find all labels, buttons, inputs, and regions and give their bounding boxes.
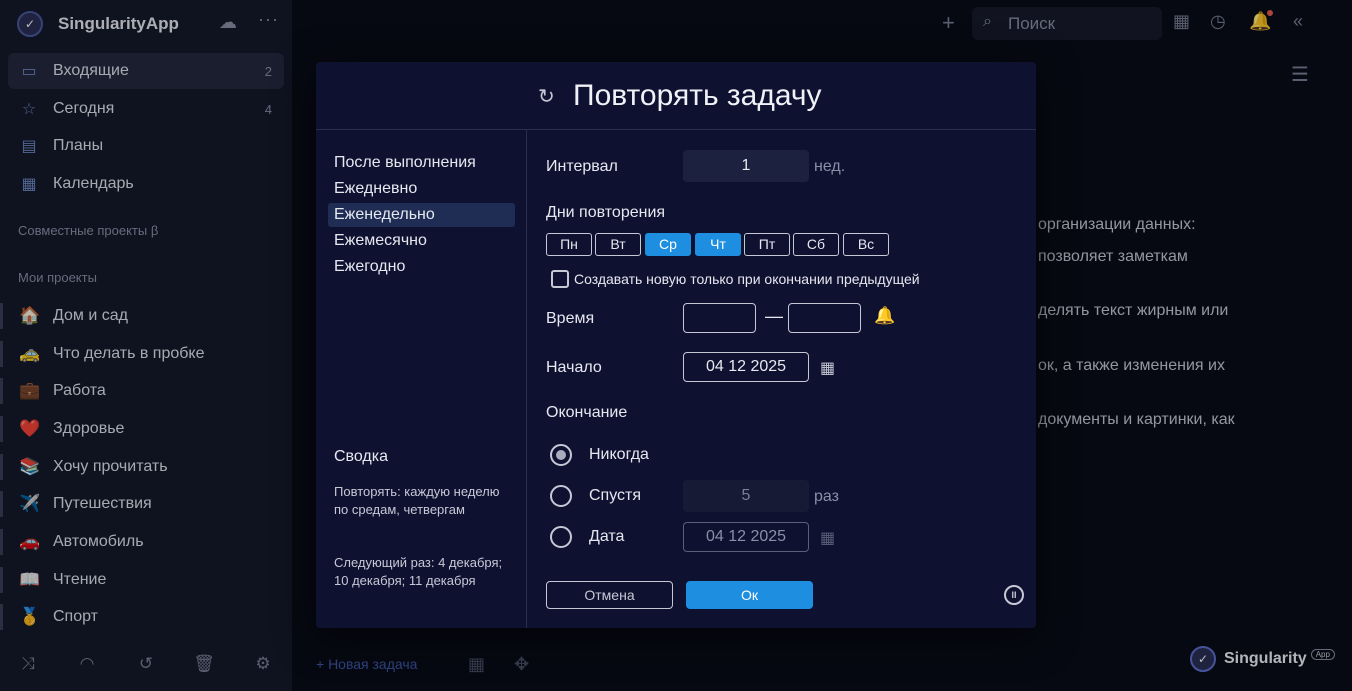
- end-date-label[interactable]: Дата: [589, 528, 624, 546]
- frequency-panel: После выполнения Ежедневно Еженедельно Е…: [316, 130, 527, 628]
- time-to-input[interactable]: [788, 303, 861, 333]
- end-label: Окончание: [546, 404, 628, 421]
- day-thu-button[interactable]: Чт: [695, 233, 741, 256]
- repeat-task-dialog: ↻ Повторять задачу После выполнения Ежед…: [316, 62, 1036, 628]
- time-from-input[interactable]: [683, 303, 756, 333]
- end-after-unit: раз: [814, 488, 839, 505]
- ok-button[interactable]: Ок: [686, 581, 813, 609]
- pause-icon[interactable]: II: [1004, 585, 1024, 605]
- only-after-complete-label[interactable]: Создавать новую только при окончании пре…: [574, 271, 920, 287]
- day-sat-button[interactable]: Сб: [793, 233, 839, 256]
- end-date-input[interactable]: [683, 522, 809, 552]
- interval-input[interactable]: [683, 150, 809, 182]
- cancel-button[interactable]: Отмена: [546, 581, 673, 609]
- time-dash: —: [765, 306, 783, 326]
- time-label: Время: [546, 310, 595, 327]
- freq-yearly[interactable]: Ежегодно: [328, 255, 515, 279]
- summary-title: Сводка: [334, 448, 389, 465]
- repeat-icon: ↻: [538, 86, 555, 108]
- reminder-bell-icon[interactable]: 🔔: [874, 306, 895, 326]
- settings-panel: Интервал нед. Дни повторения Пн Вт Ср Чт…: [527, 130, 1036, 628]
- end-date-radio[interactable]: [550, 526, 572, 548]
- day-sun-button[interactable]: Вс: [843, 233, 889, 256]
- day-mon-button[interactable]: Пн: [546, 233, 592, 256]
- start-calendar-icon[interactable]: ▦: [820, 358, 835, 378]
- end-never-label[interactable]: Никогда: [589, 446, 649, 464]
- freq-daily[interactable]: Ежедневно: [328, 177, 515, 201]
- only-after-complete-checkbox[interactable]: [551, 270, 569, 288]
- freq-weekly[interactable]: Еженедельно: [328, 203, 515, 227]
- summary-next: Следующий раз: 4 декабря; 10 декабря; 11…: [334, 555, 503, 588]
- end-after-label[interactable]: Спустя: [589, 487, 641, 505]
- day-fri-button[interactable]: Пт: [744, 233, 790, 256]
- freq-monthly[interactable]: Ежемесячно: [328, 229, 515, 253]
- start-date-input[interactable]: [683, 352, 809, 382]
- end-after-count-input[interactable]: [683, 480, 809, 512]
- end-calendar-icon[interactable]: ▦: [820, 528, 835, 548]
- start-label: Начало: [546, 359, 602, 376]
- interval-label: Интервал: [546, 158, 618, 175]
- interval-unit: нед.: [814, 158, 846, 175]
- dialog-title: Повторять задачу: [573, 79, 822, 112]
- freq-after-complete[interactable]: После выполнения: [328, 151, 515, 175]
- day-wed-button[interactable]: Ср: [645, 233, 691, 256]
- days-label: Дни повторения: [546, 204, 666, 221]
- end-after-radio[interactable]: [550, 485, 572, 507]
- day-tue-button[interactable]: Вт: [595, 233, 641, 256]
- end-never-radio[interactable]: [550, 444, 572, 466]
- dialog-header: ↻ Повторять задачу: [316, 62, 1036, 130]
- summary-text: Повторять: каждую неделю по средам, четв…: [334, 484, 500, 517]
